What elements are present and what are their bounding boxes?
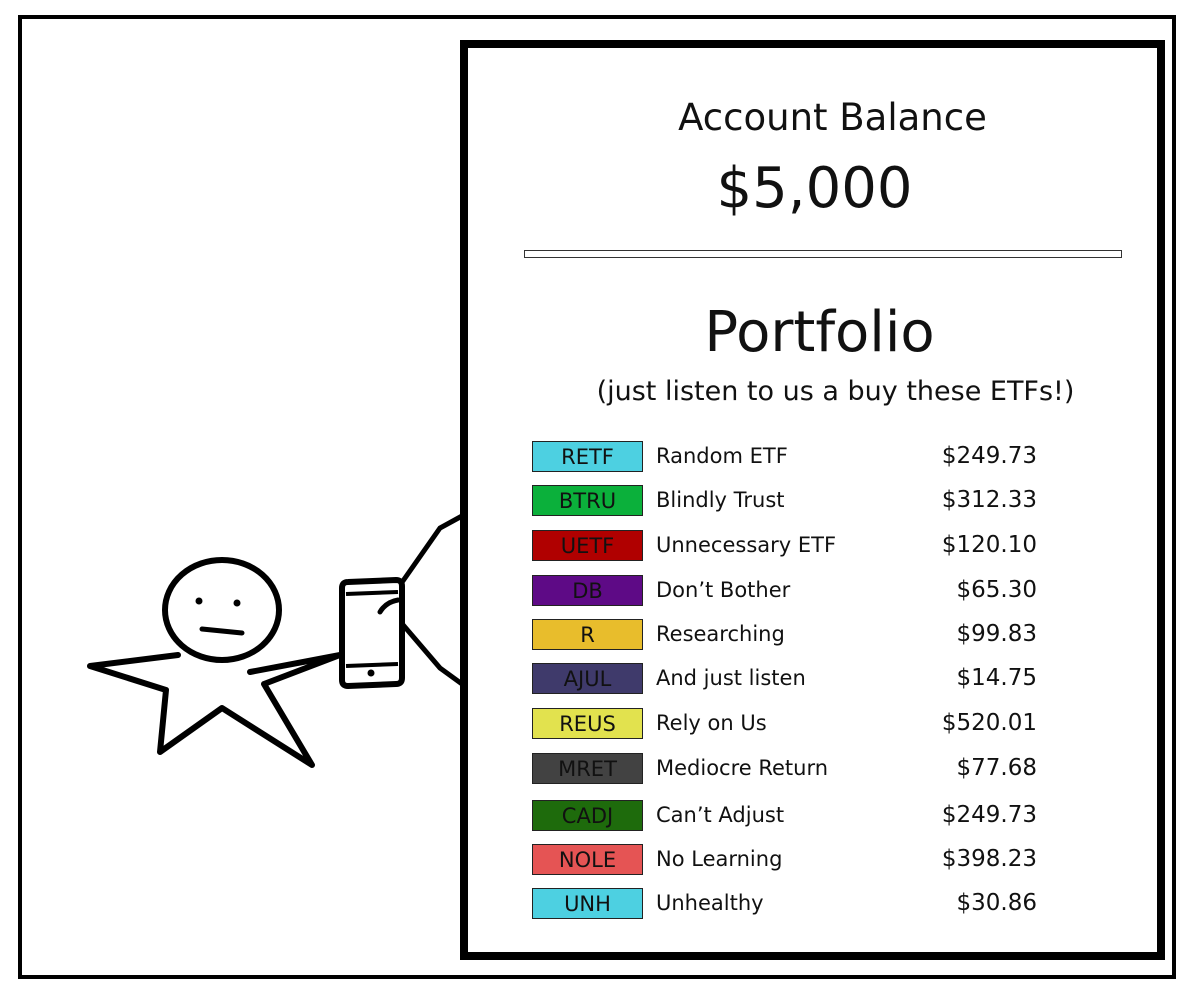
phone-icon: [339, 576, 405, 690]
holding-row[interactable]: RETF Random ETF $249.73: [524, 440, 1084, 474]
fund-name: Can’t Adjust: [656, 803, 785, 827]
fund-price: $249.73: [941, 802, 1037, 828]
holding-row[interactable]: UETF Unnecessary ETF $120.10: [524, 529, 1084, 563]
fund-price: $30.86: [956, 890, 1037, 916]
fund-price: $312.33: [941, 487, 1037, 513]
portfolio-title: Portfolio: [704, 300, 935, 365]
ticker-badge: AJUL: [532, 663, 643, 694]
ticker-badge: UETF: [532, 530, 643, 561]
figure-head: [162, 557, 282, 663]
holding-row[interactable]: UNH Unhealthy $30.86: [524, 887, 1084, 921]
fund-name: Mediocre Return: [656, 756, 829, 780]
ticker-badge: MRET: [532, 753, 643, 784]
account-balance-title: Account Balance: [678, 96, 987, 139]
figure-eye-right: [233, 599, 241, 607]
holding-row[interactable]: CADJ Can’t Adjust $249.73: [524, 799, 1084, 833]
holding-row[interactable]: NOLE No Learning $398.23: [524, 843, 1084, 877]
holding-row[interactable]: REUS Rely on Us $520.01: [524, 707, 1084, 741]
ticker-badge: NOLE: [532, 844, 643, 875]
ticker-badge: BTRU: [532, 485, 643, 516]
ticker-badge: R: [532, 619, 643, 650]
holding-row[interactable]: MRET Mediocre Return $77.68: [524, 752, 1084, 786]
account-balance-amount: $5,000: [716, 156, 913, 221]
fund-price: $14.75: [956, 665, 1037, 691]
ticker-badge: DB: [532, 575, 643, 606]
figure-body: [87, 652, 343, 768]
ticker-badge: UNH: [532, 888, 643, 919]
zoom-line-top: [395, 513, 465, 591]
fund-price: $99.83: [956, 621, 1037, 647]
fund-name: No Learning: [656, 847, 783, 871]
fund-name: Unhealthy: [656, 891, 764, 915]
fund-price: $520.01: [941, 710, 1037, 736]
ticker-badge: RETF: [532, 441, 643, 472]
fund-price: $249.73: [941, 443, 1037, 469]
fund-name: Blindly Trust: [656, 488, 785, 512]
fund-price: $398.23: [941, 846, 1037, 872]
fund-name: And just listen: [656, 666, 806, 690]
ticker-badge: REUS: [532, 708, 643, 739]
fund-price: $65.30: [956, 577, 1037, 603]
ticker-badge: CADJ: [532, 800, 643, 831]
portfolio-subtitle: (just listen to us a buy these ETFs!): [596, 376, 1075, 407]
fund-name: Don’t Bother: [656, 578, 791, 602]
holding-row[interactable]: R Researching $99.83: [524, 618, 1084, 652]
fund-price: $120.10: [941, 532, 1037, 558]
section-divider: [524, 250, 1122, 258]
fund-name: Random ETF: [656, 444, 788, 468]
holding-row[interactable]: BTRU Blindly Trust $312.33: [524, 484, 1084, 518]
fund-price: $77.68: [956, 755, 1037, 781]
holding-row[interactable]: AJUL And just listen $14.75: [524, 662, 1084, 696]
holding-row[interactable]: DB Don’t Bother $65.30: [524, 574, 1084, 608]
fund-name: Rely on Us: [656, 711, 767, 735]
fund-name: Researching: [656, 622, 785, 646]
fund-name: Unnecessary ETF: [656, 533, 837, 557]
figure-eye-left: [195, 597, 203, 605]
phone-screen: Account Balance $5,000 Portfolio (just l…: [460, 40, 1165, 960]
